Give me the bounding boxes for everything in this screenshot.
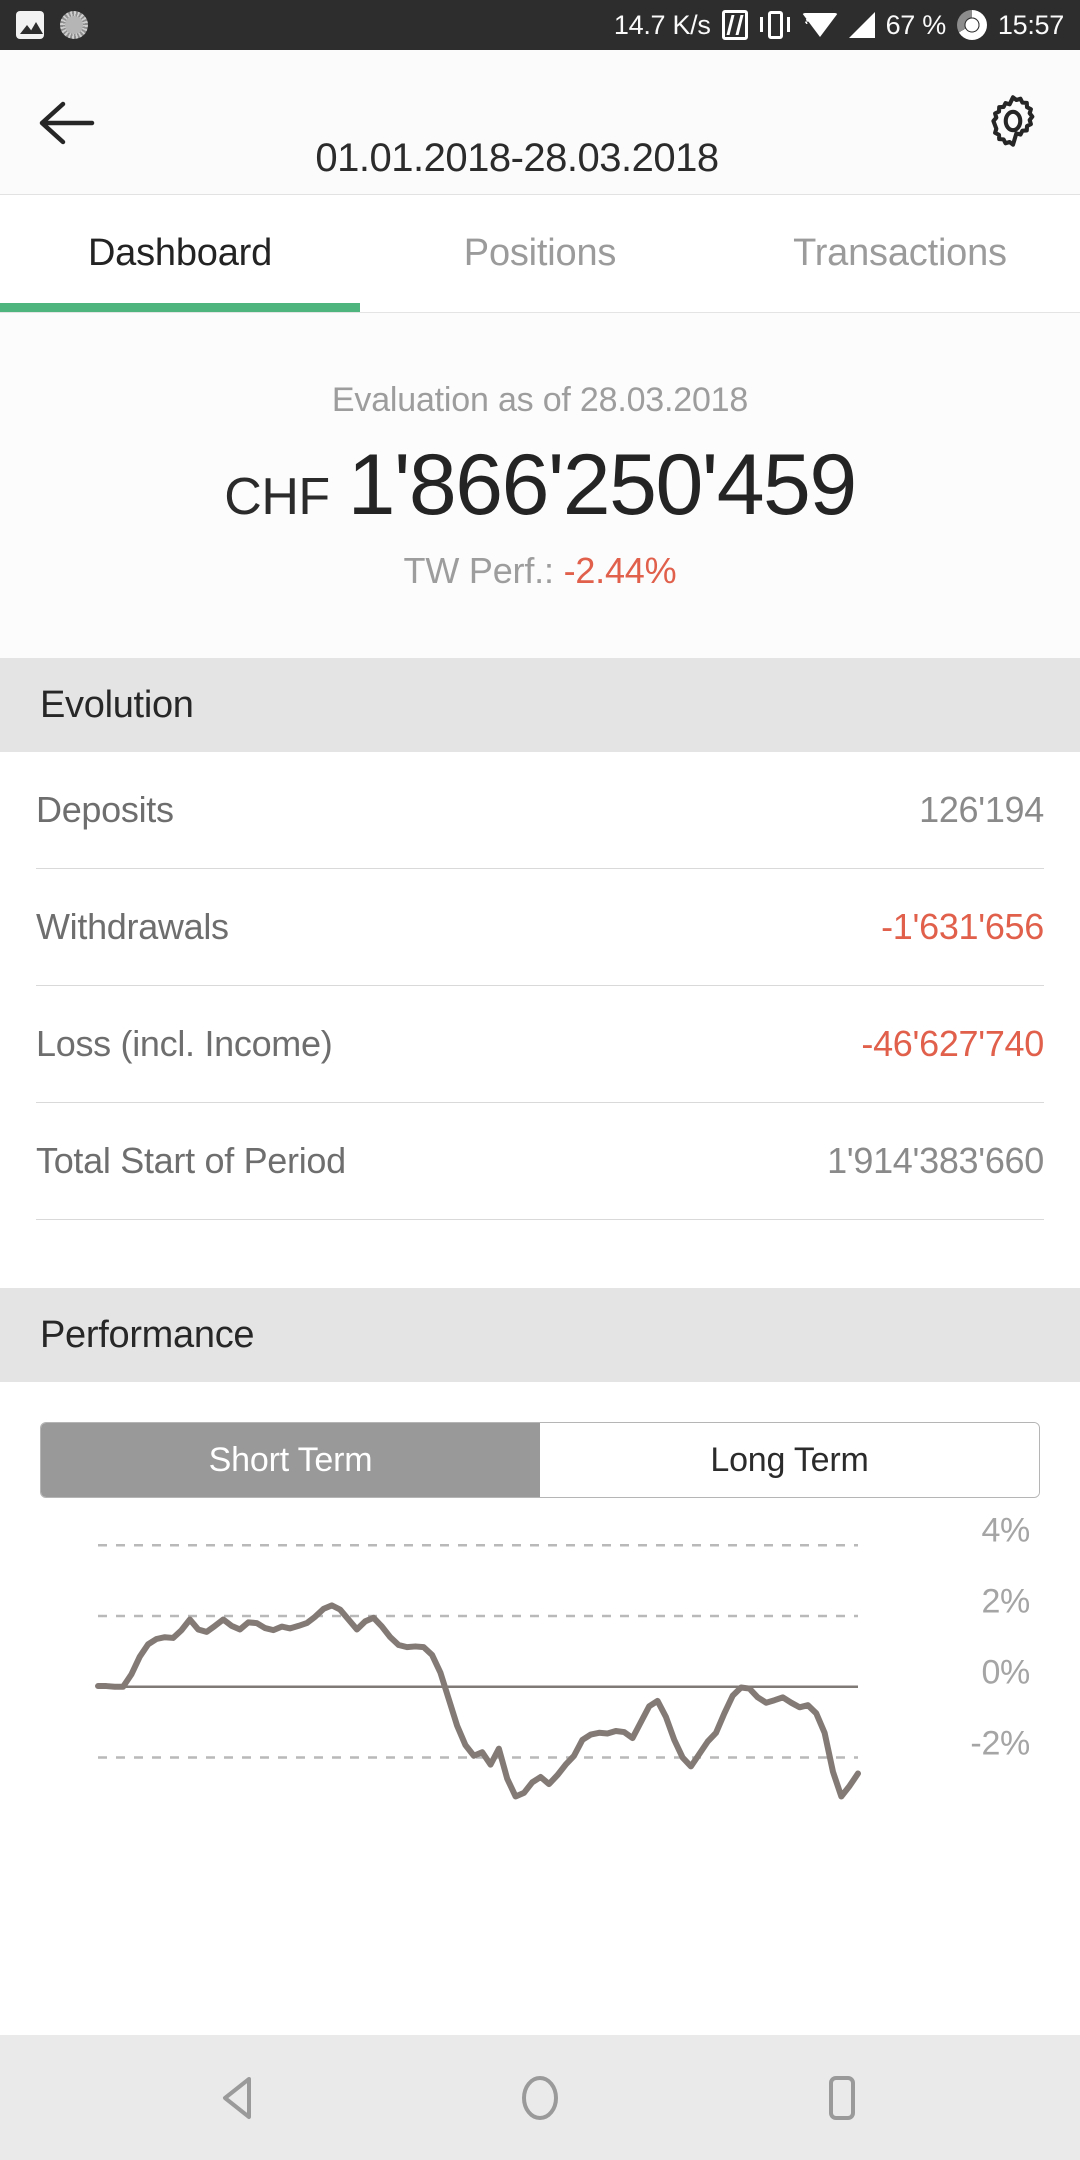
row-value: 1'914'383'660: [827, 1140, 1044, 1181]
gear-icon: [991, 95, 1035, 147]
tab-transactions[interactable]: Transactions: [720, 195, 1080, 312]
tab-transactions-label: Transactions: [793, 232, 1007, 274]
portfolio-summary: Evaluation as of 28.03.2018 CHF 1'866'25…: [0, 313, 1080, 658]
segment-long-term[interactable]: Long Term: [540, 1423, 1039, 1497]
table-row[interactable]: Loss (incl. Income) -46'627'740: [36, 986, 1044, 1103]
row-value: -46'627'740: [861, 1023, 1044, 1064]
battery-ring-icon: [956, 10, 987, 40]
table-row[interactable]: Deposits 126'194: [36, 752, 1044, 869]
tw-performance-row: TW Perf.: -2.44%: [0, 550, 1080, 592]
chart-y-tick-label: 2%: [981, 1582, 1030, 1621]
row-label: Deposits: [36, 789, 174, 830]
row-value: -1'631'656: [881, 906, 1044, 947]
chart-y-axis-labels: 4% 2% 0% -2%: [932, 1510, 1052, 1798]
status-bar-right-group: 14.7 K/s 67 % 15:57: [614, 10, 1064, 41]
chart-y-tick-label: 0%: [981, 1653, 1030, 1692]
row-value: 126'194: [919, 789, 1044, 830]
row-label: Withdrawals: [36, 906, 229, 947]
row-label: Loss (incl. Income): [36, 1023, 333, 1064]
row-label: Total Start of Period: [36, 1140, 346, 1181]
vibrate-icon: [759, 10, 791, 40]
signal-icon: [848, 12, 875, 38]
circle-icon: [522, 2075, 558, 2120]
recents-nav-button[interactable]: [794, 2050, 890, 2146]
total-value: 1'866'250'459: [347, 437, 858, 533]
gallery-icon: [16, 11, 44, 39]
evolution-rows: Deposits 126'194 Withdrawals -1'631'656 …: [0, 752, 1080, 1220]
term-toggle-wrap: Short Term Long Term: [0, 1382, 1080, 1498]
section-spacer: [0, 1220, 1080, 1288]
tab-dashboard[interactable]: Dashboard: [0, 195, 360, 312]
home-nav-button[interactable]: [492, 2050, 588, 2146]
battery-percent-text: 67 %: [885, 9, 947, 40]
currency-label: CHF: [224, 468, 330, 526]
status-bar-left-icons: [16, 11, 88, 39]
term-segmented-control: Short Term Long Term: [40, 1422, 1040, 1498]
tw-performance-label: TW Perf.:: [403, 550, 554, 591]
settings-button[interactable]: [978, 86, 1048, 156]
performance-section-header: Performance: [0, 1288, 1080, 1382]
evolution-section-header: Evolution: [0, 658, 1080, 752]
tw-performance-value: -2.44%: [563, 550, 677, 591]
table-row[interactable]: Total Start of Period 1'914'383'660: [36, 1103, 1044, 1220]
back-nav-button[interactable]: [190, 2050, 286, 2146]
tab-active-indicator: [0, 303, 360, 312]
wifi-icon: [801, 13, 838, 37]
network-speed-text: 14.7 K/s: [613, 9, 711, 40]
tab-bar: Dashboard Positions Transactions: [0, 195, 1080, 313]
evaluation-date-label: Evaluation as of 28.03.2018: [331, 381, 749, 419]
performance-chart[interactable]: 4% 2% 0% -2%: [0, 1498, 1080, 1810]
triangle-left-icon: [223, 2076, 251, 2119]
tab-positions[interactable]: Positions: [360, 195, 720, 312]
chart-y-tick-label: 4%: [981, 1511, 1030, 1550]
status-bar: 14.7 K/s 67 % 15:57: [0, 0, 1080, 50]
tab-dashboard-label: Dashboard: [87, 232, 273, 274]
tab-positions-label: Positions: [463, 232, 617, 274]
table-row[interactable]: Withdrawals -1'631'656: [36, 869, 1044, 986]
segment-long-term-label: Long Term: [710, 1440, 869, 1479]
android-nav-bar: [0, 2035, 1080, 2160]
page-title: 01.01.2018-28.03.2018: [315, 136, 719, 180]
square-icon: [829, 2075, 855, 2120]
nfc-icon: [721, 10, 748, 40]
clock-text: 15:57: [997, 9, 1064, 40]
total-value-row: CHF 1'866'250'459: [0, 442, 1080, 528]
performance-line-chart: [95, 1543, 861, 1800]
app-bar: 01.01.2018-28.03.2018: [0, 50, 1080, 195]
chart-y-tick-label: -2%: [970, 1724, 1030, 1763]
segment-short-term[interactable]: Short Term: [41, 1423, 540, 1497]
segment-short-term-label: Short Term: [208, 1440, 373, 1479]
sun-icon: [60, 11, 88, 39]
